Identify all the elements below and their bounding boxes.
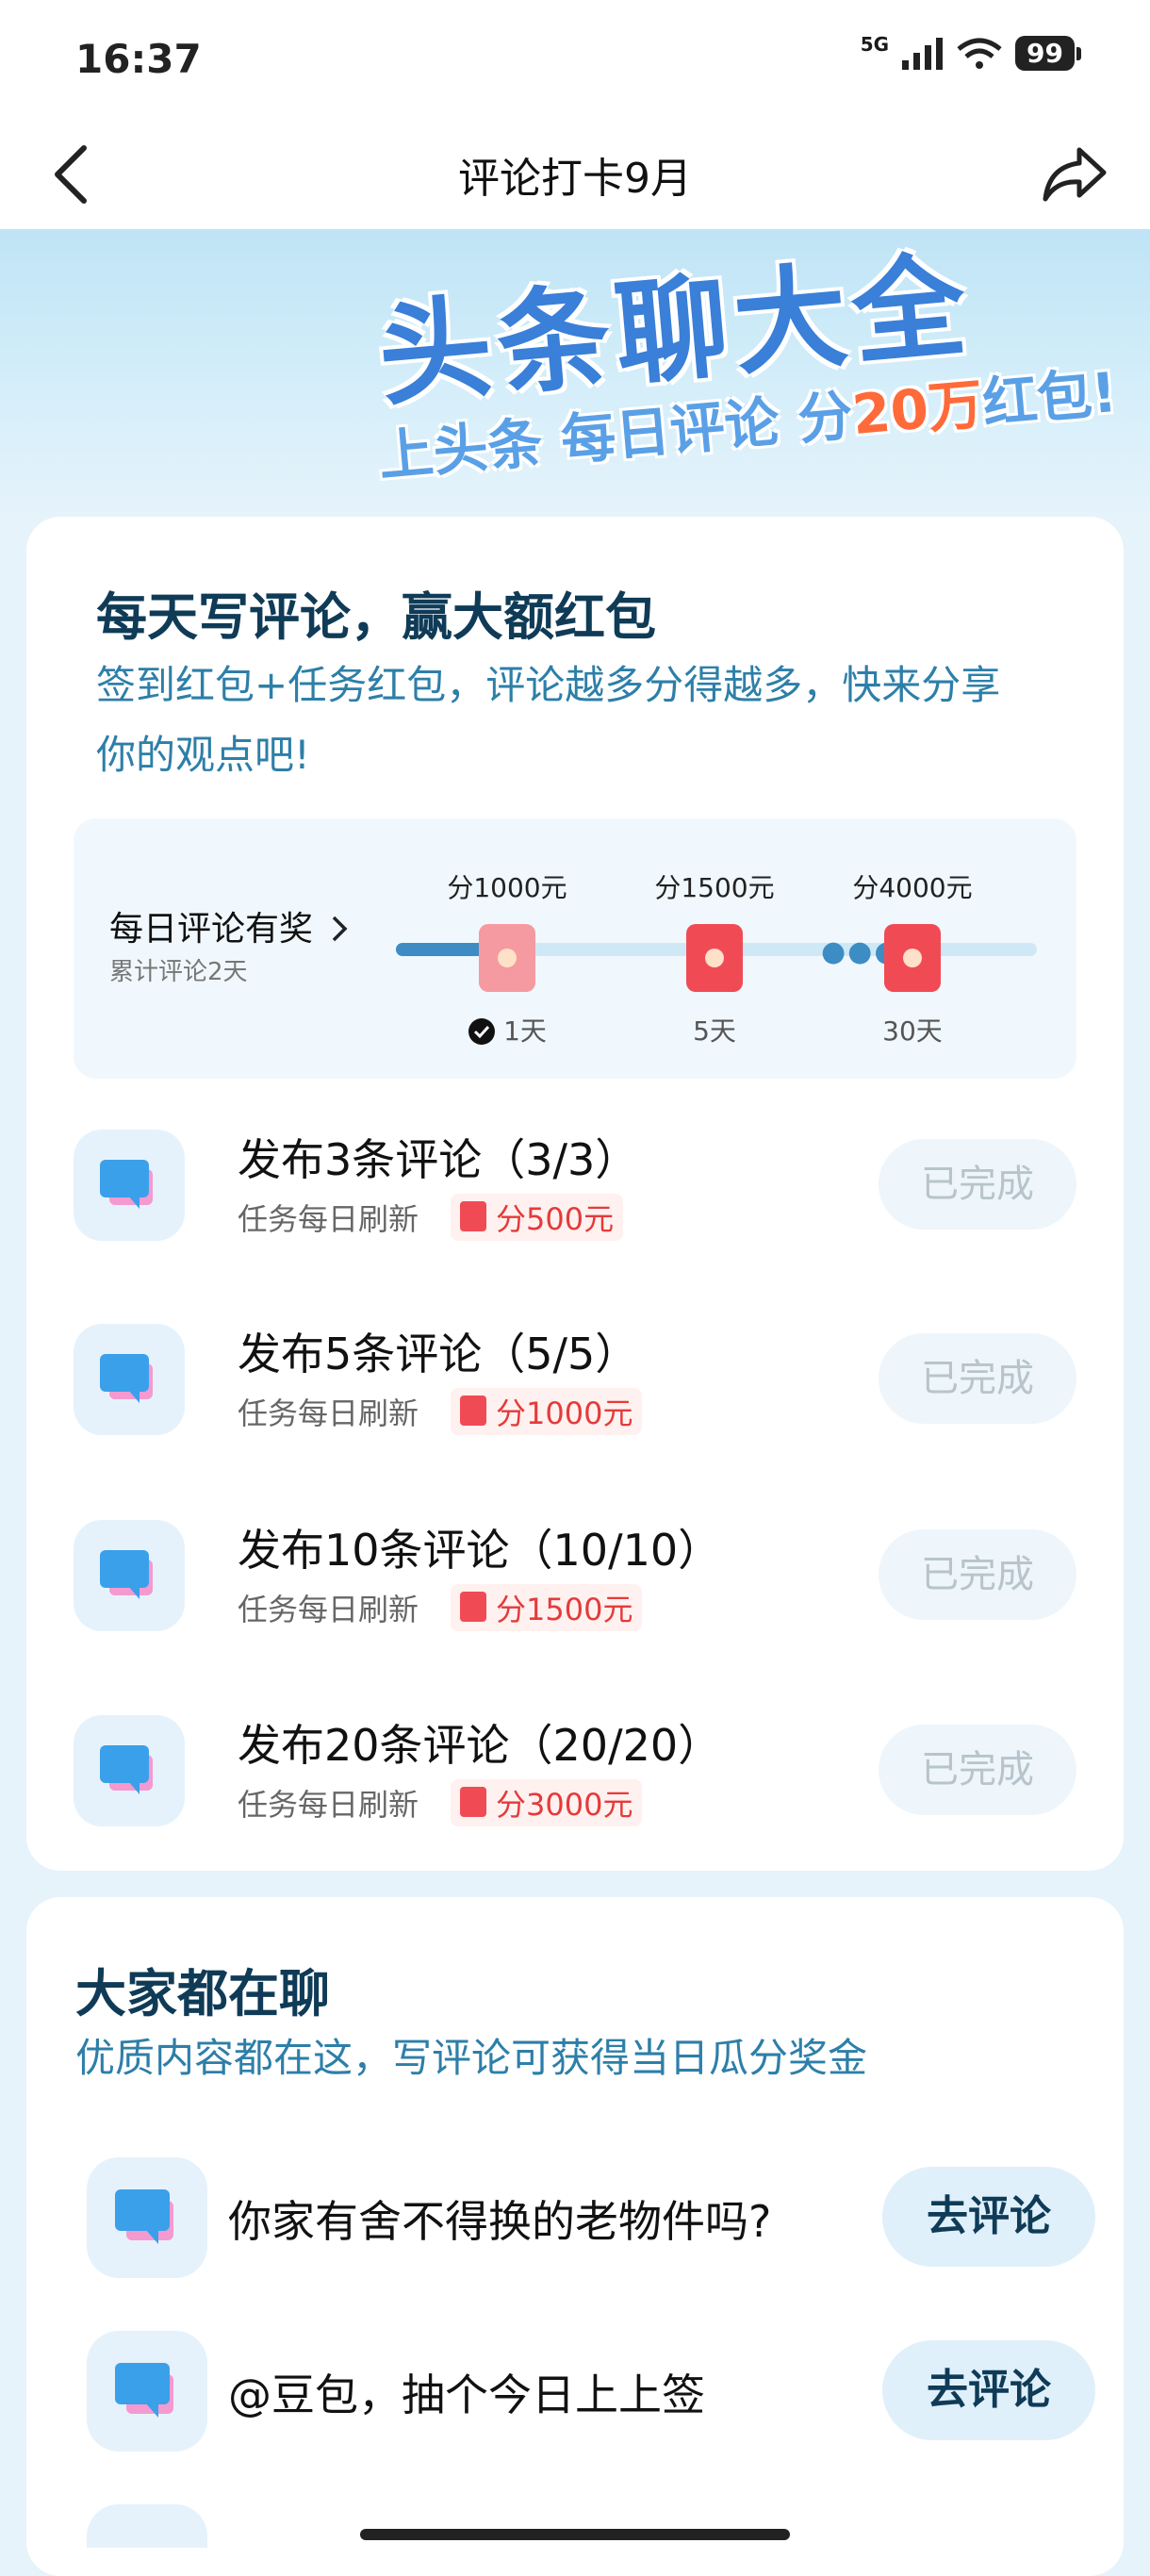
share-button[interactable] — [1037, 137, 1112, 212]
nav-bar: 评论打卡9月 — [0, 118, 1150, 229]
task-title: 发布5条评论（5/5） — [238, 1329, 639, 1379]
task-reward-badge: 分1000元 — [451, 1388, 643, 1435]
milestone-3: 分4000元 30天 — [837, 867, 988, 1049]
signal-icon — [902, 37, 944, 70]
task-row: 发布5条评论（5/5） 任务每日刷新 分1000元 已完成 — [74, 1307, 1076, 1448]
task-subtitle: 任务每日刷新 — [238, 1201, 419, 1237]
task-done-button[interactable]: 已完成 — [879, 1529, 1076, 1620]
task-done-button[interactable]: 已完成 — [879, 1139, 1076, 1230]
red-packet-icon — [479, 924, 535, 992]
milestone-1: 分1000元 1天 — [432, 867, 583, 1049]
milestone-day: 1天 — [432, 1011, 583, 1049]
battery-indicator: 99 — [1015, 36, 1081, 71]
task-row: 发布20条评论（20/20） 任务每日刷新 分3000元 已完成 — [74, 1698, 1076, 1840]
topic-row: 你家有舍不得换的老物件吗? 去评论 — [87, 2144, 1095, 2295]
task-title: 发布10条评论（10/10） — [238, 1525, 722, 1576]
milestone-reward: 分4000元 — [852, 872, 973, 903]
home-indicator[interactable] — [360, 2529, 790, 2540]
task-reward-badge: 分3000元 — [451, 1779, 643, 1826]
daily-progress-panel: 每日评论有奖 累计评论2天 ●●● 分1000元 1天 分1500元 5天 分4… — [74, 818, 1076, 1079]
chat-bubble-icon — [87, 2504, 207, 2548]
status-time: 16:37 — [75, 36, 202, 82]
chat-bubble-icon — [87, 2331, 207, 2452]
intro-desc-line1: 签到红包+任务红包，评论越多分得越多，快来分享 — [96, 662, 1001, 708]
go-comment-button[interactable]: 去评论 — [882, 2167, 1095, 2267]
banner-sub-highlight: 20万 — [849, 372, 986, 448]
network-label: 5G — [860, 32, 890, 56]
page-title: 评论打卡9月 — [458, 155, 692, 203]
chat-bubble-icon — [74, 1520, 185, 1631]
milestone-day-label: 30天 — [882, 1016, 943, 1047]
milestone-day-label: 5天 — [693, 1016, 736, 1047]
task-row: 发布10条评论（10/10） 任务每日刷新 分1500元 已完成 — [74, 1503, 1076, 1644]
wifi-icon — [957, 38, 1002, 69]
status-bar: 16:37 5G 99 — [0, 0, 1150, 118]
share-icon — [1043, 147, 1107, 202]
daily-reward-subtitle: 累计评论2天 — [109, 958, 248, 986]
milestone-reward: 分1000元 — [447, 872, 567, 903]
chat-bubble-icon — [74, 1715, 185, 1826]
trending-desc: 优质内容都在这，写评论可获得当日瓜分奖金 — [75, 2035, 868, 2081]
go-comment-button[interactable]: 去评论 — [882, 2340, 1095, 2440]
milestone-day-label: 1天 — [503, 1016, 547, 1047]
topic-title[interactable]: 你家有舍不得换的老物件吗? — [228, 2188, 771, 2250]
task-subtitle: 任务每日刷新 — [238, 1592, 419, 1627]
banner-sub-suffix: 红包! — [979, 359, 1120, 437]
chat-bubble-icon — [74, 1130, 185, 1241]
milestone-reward: 分1500元 — [654, 872, 775, 903]
milestone-2: 分1500元 5天 — [639, 867, 790, 1049]
intro-desc-line2: 你的观点吧! — [96, 732, 310, 778]
intro-desc: 签到红包+任务红包，评论越多分得越多，快来分享 你的观点吧! — [96, 651, 1000, 790]
daily-reward-link[interactable]: 每日评论有奖 — [109, 901, 348, 950]
task-reward-badge: 分500元 — [451, 1194, 624, 1241]
check-icon — [468, 1018, 496, 1045]
task-title: 发布3条评论（3/3） — [238, 1134, 639, 1185]
chat-bubble-icon — [87, 2157, 207, 2278]
task-row: 发布3条评论（3/3） 任务每日刷新 分500元 已完成 — [74, 1113, 1076, 1254]
task-done-button[interactable]: 已完成 — [879, 1333, 1076, 1424]
task-done-button[interactable]: 已完成 — [879, 1725, 1076, 1815]
trending-title: 大家都在聊 — [75, 1964, 330, 2023]
red-packet-icon — [686, 924, 743, 992]
task-subtitle: 任务每日刷新 — [238, 1787, 419, 1823]
red-packet-icon — [884, 924, 941, 992]
status-icons: 5G 99 — [860, 32, 1081, 71]
task-title: 发布20条评论（20/20） — [238, 1720, 722, 1771]
intro-title: 每天写评论，赢大额红包 — [96, 587, 656, 647]
topic-title[interactable]: @豆包，抽个今日上上签 — [228, 2361, 705, 2423]
chevron-right-icon — [333, 916, 348, 942]
task-subtitle: 任务每日刷新 — [238, 1395, 419, 1431]
daily-reward-title: 每日评论有奖 — [109, 910, 314, 949]
task-reward-badge: 分1500元 — [451, 1584, 643, 1631]
trending-topics-card: 大家都在聊 优质内容都在这，写评论可获得当日瓜分奖金 你家有舍不得换的老物件吗?… — [26, 1897, 1124, 2576]
event-banner: 头条聊大全 上头条 每日评论 分20万红包! — [0, 229, 1150, 521]
chat-bubble-icon — [74, 1324, 185, 1435]
topic-row: @豆包，抽个今日上上签 去评论 — [87, 2318, 1095, 2469]
comment-task-card: 每天写评论，赢大额红包 签到红包+任务红包，评论越多分得越多，快来分享 你的观点… — [26, 517, 1124, 1871]
